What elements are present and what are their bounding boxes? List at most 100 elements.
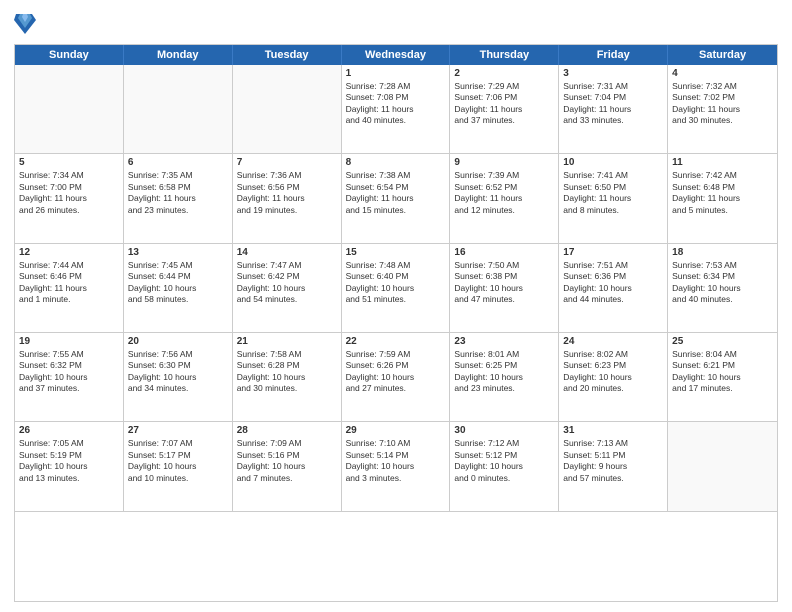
cell-info: Sunset: 6:25 PM [454, 360, 554, 371]
cal-cell: 19Sunrise: 7:55 AMSunset: 6:32 PMDayligh… [15, 333, 124, 422]
cell-info: Sunset: 7:08 PM [346, 92, 446, 103]
cell-info: Sunset: 6:48 PM [672, 182, 773, 193]
day-number: 2 [454, 68, 554, 79]
cell-info: Sunrise: 7:32 AM [672, 81, 773, 92]
cal-cell: 17Sunrise: 7:51 AMSunset: 6:36 PMDayligh… [559, 244, 668, 333]
cell-info: and 27 minutes. [346, 383, 446, 394]
cal-cell [668, 422, 777, 511]
cell-info: Sunset: 6:50 PM [563, 182, 663, 193]
cell-info: Daylight: 10 hours [237, 461, 337, 472]
calendar-body: 1Sunrise: 7:28 AMSunset: 7:08 PMDaylight… [15, 65, 777, 601]
cell-info: Daylight: 10 hours [454, 372, 554, 383]
cell-info: and 57 minutes. [563, 473, 663, 484]
cell-info: and 19 minutes. [237, 205, 337, 216]
cell-info: Daylight: 10 hours [672, 372, 773, 383]
cell-info: Sunrise: 7:44 AM [19, 260, 119, 271]
cal-cell: 21Sunrise: 7:58 AMSunset: 6:28 PMDayligh… [233, 333, 342, 422]
cal-cell: 1Sunrise: 7:28 AMSunset: 7:08 PMDaylight… [342, 65, 451, 154]
cell-info: Sunrise: 7:53 AM [672, 260, 773, 271]
cal-cell: 11Sunrise: 7:42 AMSunset: 6:48 PMDayligh… [668, 154, 777, 243]
cal-header-day: Tuesday [233, 45, 342, 65]
cell-info: Sunset: 5:16 PM [237, 450, 337, 461]
cell-info: Daylight: 10 hours [346, 372, 446, 383]
cell-info: Sunset: 6:40 PM [346, 271, 446, 282]
cal-cell: 13Sunrise: 7:45 AMSunset: 6:44 PMDayligh… [124, 244, 233, 333]
cell-info: Sunset: 5:14 PM [346, 450, 446, 461]
cell-info: Sunset: 5:12 PM [454, 450, 554, 461]
cell-info: Sunrise: 7:48 AM [346, 260, 446, 271]
cell-info: Sunset: 6:46 PM [19, 271, 119, 282]
cal-cell: 10Sunrise: 7:41 AMSunset: 6:50 PMDayligh… [559, 154, 668, 243]
cell-info: Daylight: 10 hours [237, 283, 337, 294]
cell-info: and 10 minutes. [128, 473, 228, 484]
cell-info: Sunset: 7:06 PM [454, 92, 554, 103]
cell-info: and 15 minutes. [346, 205, 446, 216]
cal-cell: 14Sunrise: 7:47 AMSunset: 6:42 PMDayligh… [233, 244, 342, 333]
day-number: 21 [237, 336, 337, 347]
cell-info: Daylight: 11 hours [346, 104, 446, 115]
logo-icon [14, 10, 36, 38]
cell-info: Sunrise: 8:01 AM [454, 349, 554, 360]
cal-cell: 27Sunrise: 7:07 AMSunset: 5:17 PMDayligh… [124, 422, 233, 511]
day-number: 4 [672, 68, 773, 79]
cell-info: and 54 minutes. [237, 294, 337, 305]
cal-cell [233, 65, 342, 154]
day-number: 25 [672, 336, 773, 347]
day-number: 10 [563, 157, 663, 168]
cal-cell: 30Sunrise: 7:12 AMSunset: 5:12 PMDayligh… [450, 422, 559, 511]
cell-info: Sunset: 6:30 PM [128, 360, 228, 371]
cell-info: Daylight: 11 hours [563, 104, 663, 115]
cell-info: Sunset: 6:26 PM [346, 360, 446, 371]
day-number: 9 [454, 157, 554, 168]
cal-cell: 29Sunrise: 7:10 AMSunset: 5:14 PMDayligh… [342, 422, 451, 511]
cell-info: and 23 minutes. [128, 205, 228, 216]
cal-cell: 20Sunrise: 7:56 AMSunset: 6:30 PMDayligh… [124, 333, 233, 422]
day-number: 22 [346, 336, 446, 347]
cell-info: Sunset: 7:04 PM [563, 92, 663, 103]
day-number: 24 [563, 336, 663, 347]
cell-info: Sunrise: 8:02 AM [563, 349, 663, 360]
day-number: 3 [563, 68, 663, 79]
day-number: 7 [237, 157, 337, 168]
cell-info: and 23 minutes. [454, 383, 554, 394]
cell-info: Sunset: 6:56 PM [237, 182, 337, 193]
cal-cell [124, 65, 233, 154]
cal-cell: 2 Sunrise: 7:29 AMSunset: 7:06 PMDaylight… [450, 65, 559, 154]
cell-info: and 44 minutes. [563, 294, 663, 305]
day-number: 19 [19, 336, 119, 347]
cal-header-day: Friday [559, 45, 668, 65]
cell-info: Daylight: 10 hours [128, 283, 228, 294]
logo [14, 10, 38, 38]
day-number: 28 [237, 425, 337, 436]
cal-cell: 15Sunrise: 7:48 AMSunset: 6:40 PMDayligh… [342, 244, 451, 333]
cell-info: Daylight: 10 hours [128, 461, 228, 472]
cell-info: and 3 minutes. [346, 473, 446, 484]
cell-info: Sunrise: 7:51 AM [563, 260, 663, 271]
cell-info: Daylight: 11 hours [454, 104, 554, 115]
cell-info: and 33 minutes. [563, 115, 663, 126]
cal-cell [15, 65, 124, 154]
cell-info: Sunset: 6:21 PM [672, 360, 773, 371]
cell-info: and 30 minutes. [672, 115, 773, 126]
cell-info: Sunrise: 7:29 AM [454, 81, 554, 92]
cell-info: and 37 minutes. [19, 383, 119, 394]
cell-info: and 17 minutes. [672, 383, 773, 394]
day-number: 18 [672, 247, 773, 258]
cell-info: Sunset: 5:19 PM [19, 450, 119, 461]
day-number: 20 [128, 336, 228, 347]
day-number: 13 [128, 247, 228, 258]
cell-info: Sunset: 6:38 PM [454, 271, 554, 282]
cell-info: and 8 minutes. [563, 205, 663, 216]
cal-cell: 5Sunrise: 7:34 AMSunset: 7:00 PMDaylight… [15, 154, 124, 243]
cell-info: Sunset: 6:32 PM [19, 360, 119, 371]
cell-info: and 40 minutes. [672, 294, 773, 305]
cell-info: Daylight: 10 hours [346, 283, 446, 294]
cell-info: Sunrise: 7:35 AM [128, 170, 228, 181]
day-number: 5 [19, 157, 119, 168]
day-number: 31 [563, 425, 663, 436]
cell-info: Daylight: 11 hours [19, 193, 119, 204]
cell-info: Daylight: 11 hours [237, 193, 337, 204]
day-number: 16 [454, 247, 554, 258]
cell-info: Sunset: 5:17 PM [128, 450, 228, 461]
cell-info: Sunrise: 7:56 AM [128, 349, 228, 360]
